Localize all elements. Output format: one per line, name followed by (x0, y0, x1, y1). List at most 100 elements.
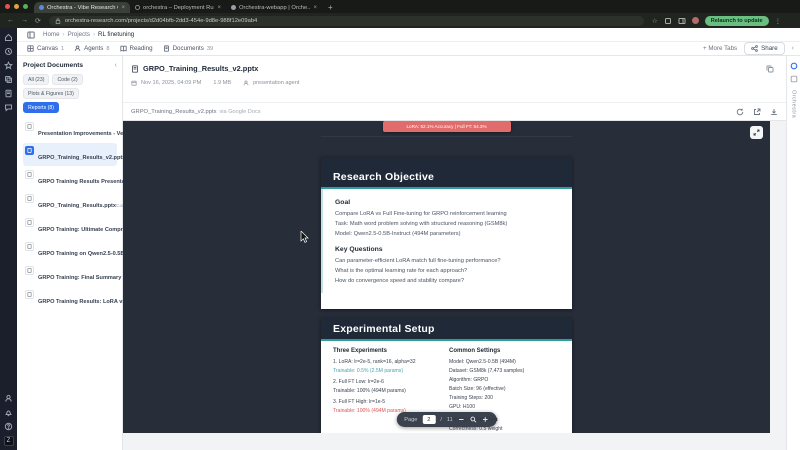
browser-tab-active[interactable]: Orchestra - Vibe Research C... × (34, 2, 130, 13)
browser-menu-icon[interactable]: ⋮ (775, 17, 782, 25)
browser-tab[interactable]: orchestra – Deployment Ru... × (130, 2, 226, 13)
tab-canvas[interactable]: Canvas 1 (27, 45, 64, 52)
help-icon[interactable] (4, 422, 13, 431)
document-subheader: GRPO_Training_Results_v2.pptx via Google… (123, 102, 786, 121)
close-tab-icon[interactable]: × (217, 5, 221, 11)
relaunch-to-update-button[interactable]: Relaunch to update (704, 15, 769, 26)
layers-icon[interactable] (4, 75, 13, 84)
experiment-trainable: Trainable: 100% (494M params) (333, 387, 406, 394)
right-side-rail: Orchestra (786, 56, 800, 450)
collapse-panel-icon[interactable]: ‹ (792, 45, 794, 52)
list-item-selected[interactable]: GRPO_Training_Results_v2.pptxImproved Po… (23, 143, 226, 166)
panel-collapse-icon[interactable]: ‹ (115, 62, 117, 69)
star-icon[interactable] (4, 61, 13, 70)
fullscreen-button[interactable] (750, 126, 763, 139)
app-logo-badge[interactable]: Z (3, 436, 14, 446)
minimize-window-button[interactable] (14, 4, 19, 9)
more-tabs-button[interactable]: + More Tabs (703, 45, 737, 52)
zoom-out-icon[interactable] (458, 416, 465, 423)
home-icon[interactable] (4, 33, 13, 42)
documents-count: 39 (206, 45, 214, 52)
file-icon (25, 169, 34, 179)
copy-icon[interactable] (766, 65, 774, 73)
open-external-icon[interactable] (753, 108, 761, 116)
user-icon[interactable] (4, 394, 13, 403)
document-icon[interactable] (4, 89, 13, 98)
setting-line: Dataset: GSM8k (7,473 samples) (449, 368, 525, 374)
document-list: Presentation Improvements - Version 2Det… (23, 119, 247, 310)
download-icon[interactable] (770, 108, 778, 116)
share-button[interactable]: Share (744, 42, 785, 55)
close-tab-icon[interactable]: × (313, 5, 317, 11)
browser-tab[interactable]: Orchestra-webapp | Orche... × (226, 2, 322, 13)
url-input[interactable]: orchestra-research.com/projects/d2d04bfb… (48, 15, 644, 26)
list-item[interactable]: GRPO Training Results: LoRA vs Full...Co… (23, 287, 236, 310)
settings-heading: Common Settings (449, 348, 501, 354)
slide-title-band: Research Objective (321, 157, 572, 189)
zoom-in-icon[interactable] (482, 416, 489, 423)
canvas-count: 1 (60, 45, 65, 52)
tab-reading[interactable]: Reading (119, 45, 153, 52)
breadcrumb-home[interactable]: Home (43, 31, 60, 38)
breadcrumb-projects[interactable]: Projects (68, 31, 90, 38)
right-rail-label[interactable]: Orchestra (791, 90, 797, 118)
tab-favicon (135, 5, 140, 10)
reading-label: Reading (129, 45, 153, 52)
slide-research-objective: Research Objective Goal Compare LoRA vs … (321, 157, 572, 309)
breadcrumb-bar: Home › Projects › RL finetuning (17, 28, 800, 42)
page-number-input[interactable]: 2 (422, 415, 436, 424)
zoom-search-icon[interactable] (470, 416, 477, 423)
project-documents-panel: Project Documents ‹ All (23) Code (2) Pl… (17, 56, 247, 450)
expand-icon (753, 129, 760, 136)
forward-icon[interactable]: → (21, 17, 28, 24)
tab-documents[interactable]: Documents 39 (163, 45, 214, 52)
zoom-window-button[interactable] (23, 4, 28, 9)
orchestra-logo-icon[interactable] (790, 62, 798, 70)
page-total: 11 (446, 416, 453, 423)
question-line: How do convergence speed and stability c… (335, 278, 464, 284)
list-item[interactable]: GRPO Training: Ultimate Comprehensi...Ul… (23, 215, 230, 238)
new-tab-button[interactable]: + (322, 3, 339, 13)
site-info-icon[interactable] (55, 17, 61, 24)
tab-agents[interactable]: Agents 8 (74, 45, 110, 52)
panel-widget-icon[interactable] (790, 75, 798, 83)
slide-edge (321, 136, 572, 137)
chat-icon[interactable] (4, 103, 13, 112)
goal-line: Compare LoRA vs Full Fine-tuning for GRP… (335, 211, 507, 217)
list-item[interactable]: GRPO Training Results PresentationDetail… (23, 167, 217, 190)
list-item[interactable]: Presentation Improvements - Version 2Det… (23, 119, 241, 142)
profile-avatar[interactable] (691, 17, 699, 24)
tab-title: orchestra – Deployment Ru... (143, 4, 215, 11)
list-item[interactable]: GRPO Training: Final Summary & Reco...Ex… (23, 263, 247, 286)
document-title: GRPO_Training_Results_v2.pptx (143, 64, 259, 73)
list-item[interactable]: GRPO_Training_Results.pptxComplete Power… (23, 191, 194, 214)
close-window-button[interactable] (5, 4, 10, 9)
bookmark-star-icon[interactable]: ☆ (652, 17, 658, 25)
filter-chip-plots[interactable]: Plots & Figures (13) (23, 88, 79, 99)
agent-person-icon (243, 80, 249, 86)
filter-chip-reports[interactable]: Reports (8) (23, 102, 59, 113)
experiment-line: 2. Full FT Low: lr=2e-6 (333, 379, 385, 385)
filter-chip-all[interactable]: All (23) (23, 74, 50, 85)
setting-line: Batch Size: 96 (effective) (449, 386, 506, 392)
macos-traffic-lights[interactable] (0, 4, 34, 13)
file-icon (25, 217, 34, 227)
agents-count: 8 (106, 45, 110, 52)
close-tab-icon[interactable]: × (121, 5, 125, 11)
panel-title: Project Documents (23, 62, 84, 69)
slide-viewer[interactable]: LoRA: 52.1% Accuracy | Full FT: 54.3% Re… (123, 121, 770, 433)
setting-line: Algorithm: GRPO (449, 377, 489, 383)
history-icon[interactable] (4, 47, 13, 56)
refresh-icon[interactable] (736, 108, 744, 116)
file-icon (25, 265, 34, 275)
side-panel-icon[interactable] (678, 17, 686, 25)
list-item[interactable]: GRPO Training on Qwen2.5-0.5B with ...Co… (23, 239, 244, 262)
filter-chip-code[interactable]: Code (2) (52, 74, 83, 85)
sidebar-toggle-icon[interactable] (27, 31, 35, 39)
back-icon[interactable]: ← (7, 17, 14, 24)
extension-icon[interactable] (664, 17, 672, 25)
reload-icon[interactable]: ⟳ (35, 17, 41, 25)
share-label: Share (761, 45, 778, 52)
experiment-trainable: Trainable: 0.5% (2.5M params) (333, 367, 404, 374)
bell-icon[interactable] (4, 408, 13, 417)
